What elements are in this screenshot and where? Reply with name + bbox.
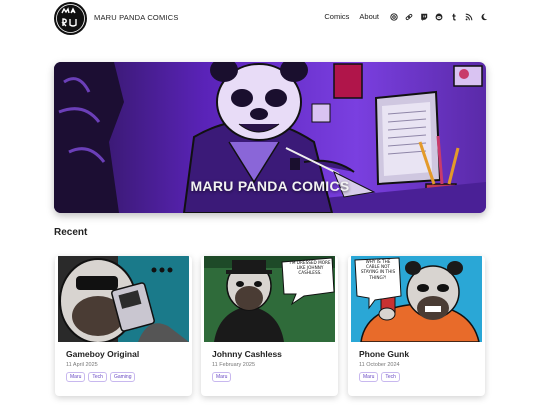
main-nav: Comics About bbox=[324, 12, 488, 21]
link-icon[interactable] bbox=[404, 12, 413, 21]
comic-date: 11 October 2024 bbox=[359, 362, 400, 368]
comic-date: 11 April 2025 bbox=[66, 362, 98, 368]
comic-tags: Maru bbox=[212, 372, 232, 382]
tag-tech[interactable]: Tech bbox=[381, 372, 400, 382]
comic-thumbnail[interactable] bbox=[58, 256, 189, 342]
gameboy-comic-image bbox=[58, 256, 189, 342]
maru-logo-icon bbox=[54, 2, 87, 35]
recent-heading: Recent bbox=[54, 227, 88, 238]
comic-card[interactable]: I'M DRESSED MORE LIKE JOHNNY CASHLESS. J… bbox=[201, 256, 338, 396]
comic-date: 11 February 2025 bbox=[212, 362, 256, 368]
comic-title[interactable]: Gameboy Original bbox=[66, 349, 139, 359]
tag-gaming[interactable]: Gaming bbox=[109, 372, 136, 382]
hero-banner[interactable]: MARU PANDA COMICS bbox=[54, 62, 486, 213]
tumblr-icon[interactable] bbox=[449, 12, 458, 21]
dark-mode-moon-icon[interactable] bbox=[479, 12, 488, 21]
tag-maru[interactable]: Maru bbox=[212, 372, 232, 382]
site-header: MARU PANDA COMICS Comics About bbox=[0, 0, 540, 36]
speech-bubble-text: I'M DRESSED MORE LIKE JOHNNY CASHLESS. bbox=[289, 260, 331, 275]
comic-card[interactable]: WHY IS THE CABLE NOT STAYING IN THIS THI… bbox=[348, 256, 485, 396]
comic-thumbnail[interactable]: I'M DRESSED MORE LIKE JOHNNY CASHLESS. bbox=[204, 256, 335, 342]
site-logo[interactable] bbox=[54, 2, 87, 35]
tag-tech[interactable]: Tech bbox=[88, 372, 107, 382]
comic-card[interactable]: Gameboy Original 11 April 2025 Maru Tech… bbox=[55, 256, 192, 396]
hero-title: MARU PANDA COMICS bbox=[190, 178, 350, 194]
nav-link-about[interactable]: About bbox=[359, 12, 379, 21]
rss-icon[interactable] bbox=[464, 12, 473, 21]
tag-maru[interactable]: Maru bbox=[359, 372, 379, 382]
comic-tags: Maru Tech bbox=[359, 372, 400, 382]
reddit-icon[interactable] bbox=[434, 12, 443, 21]
nav-link-comics[interactable]: Comics bbox=[324, 12, 349, 21]
comic-thumbnail[interactable]: WHY IS THE CABLE NOT STAYING IN THIS THI… bbox=[351, 256, 482, 342]
speech-bubble-text: WHY IS THE CABLE NOT STAYING IN THIS THI… bbox=[360, 259, 396, 280]
twitch-icon[interactable] bbox=[419, 12, 428, 21]
comic-title[interactable]: Johnny Cashless bbox=[212, 349, 282, 359]
at-icon[interactable] bbox=[389, 12, 398, 21]
tag-maru[interactable]: Maru bbox=[66, 372, 86, 382]
comic-tags: Maru Tech Gaming bbox=[66, 372, 136, 382]
site-title[interactable]: MARU PANDA COMICS bbox=[94, 13, 179, 22]
comic-title[interactable]: Phone Gunk bbox=[359, 349, 409, 359]
